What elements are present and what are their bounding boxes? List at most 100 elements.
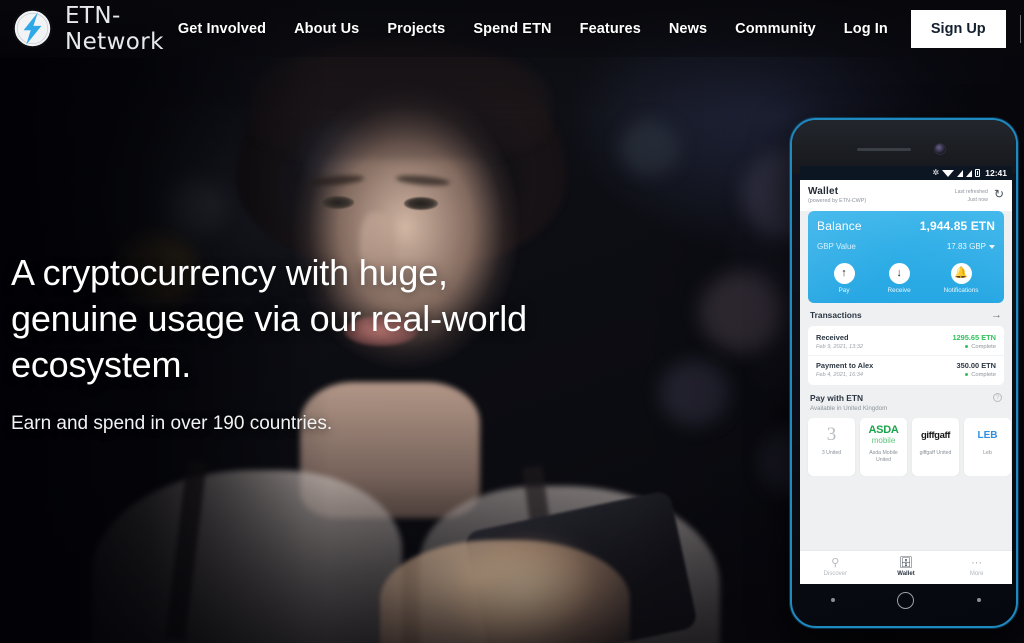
balance-label: Balance <box>817 218 862 233</box>
wallet-title: Wallet <box>808 186 839 197</box>
three-logo-icon: 3 <box>827 424 837 446</box>
hero-heading: A cryptocurrency with huge, genuine usag… <box>11 250 551 388</box>
pay-action-label: Pay <box>838 286 850 294</box>
nav-link-news[interactable]: News <box>655 21 721 37</box>
last-refreshed-value: Just now <box>967 196 988 203</box>
giffgaff-logo-icon: giffgaff <box>921 425 950 446</box>
pay-with-etn-subtitle: Available in United Kingdom <box>810 404 888 412</box>
receive-action-button[interactable]: ↓ Receive <box>887 262 911 294</box>
transaction-status: Complete <box>971 371 996 378</box>
list-item[interactable]: ASDA mobile Asda Mobile United <box>860 417 907 476</box>
phone-screen: ✲ 12:41 Wallet (powered by ETN-CWP) Last… <box>800 166 1012 584</box>
nav-link-features[interactable]: Features <box>566 21 655 37</box>
tab-discover-label: Discover <box>823 571 847 577</box>
app-tab-bar: ⚲ Discover 🗄 Wallet ⋯ More <box>800 550 1012 584</box>
brand-logo-link[interactable]: ETN-Network <box>0 3 164 55</box>
phone-mockup: ✲ 12:41 Wallet (powered by ETN-CWP) Last… <box>790 118 1018 628</box>
transaction-name: Received <box>816 332 849 342</box>
brand-name: ETN-Network <box>65 2 164 55</box>
status-badge: Complete <box>964 343 996 350</box>
notifications-action-label: Notifications <box>943 286 979 294</box>
nav-home-circle-icon[interactable] <box>897 591 915 609</box>
hero-heading-line-3: ecosystem. <box>11 344 192 385</box>
wallet-actions: ↑ Pay ↓ Receive 🔔 Notifications <box>817 262 995 294</box>
transaction-status: Complete <box>971 343 996 350</box>
wallet-subtitle: (powered by ETN-CWP) <box>808 198 867 204</box>
fiat-label: GBP Value <box>817 241 856 251</box>
merchant-name: 3 United <box>821 449 842 456</box>
android-status-bar: ✲ 12:41 <box>800 166 1012 180</box>
pay-action-button[interactable]: ↑ Pay <box>833 262 855 294</box>
tab-discover[interactable]: ⚲ Discover <box>800 558 871 578</box>
tab-wallet-label: Wallet <box>897 571 915 577</box>
nav-link-log-in[interactable]: Log In <box>830 21 902 37</box>
notifications-action-button[interactable]: 🔔 Notifications <box>943 262 979 294</box>
nav-link-spend-etn[interactable]: Spend ETN <box>459 21 565 37</box>
hero-heading-line-1: A cryptocurrency with huge, <box>11 252 448 293</box>
nav-link-get-involved[interactable]: Get Involved <box>164 21 280 37</box>
pay-with-etn-header: Pay with ETN Available in United Kingdom… <box>800 385 1012 414</box>
asda-mobile-logo-icon: ASDA mobile <box>869 425 899 446</box>
hero-subheading: Earn and spend in over 190 countries. <box>11 413 333 434</box>
last-refreshed-label: Last refreshed <box>954 189 988 195</box>
nav-link-projects[interactable]: Projects <box>373 21 459 37</box>
merchant-logo-text: giffgaff <box>921 429 950 441</box>
nav-divider <box>1019 14 1021 43</box>
transactions-header[interactable]: Transactions → <box>800 303 1012 326</box>
wallet-icon: 🗄 <box>899 557 913 569</box>
wallet-header: Wallet (powered by ETN-CWP) Last refresh… <box>800 180 1012 211</box>
etn-lightning-logo-icon <box>12 8 53 49</box>
list-item[interactable]: giffgaff giffgaff United <box>912 417 959 476</box>
table-row[interactable]: Payment to Alex 350.00 ETN Feb 4, 2021, … <box>808 354 1004 383</box>
table-row[interactable]: Received 1295.65 ETN Feb 9, 2021, 13:32 … <box>808 328 1004 355</box>
bell-icon: 🔔 <box>950 262 972 284</box>
balance-value: 1,944.85 ETN <box>919 218 995 233</box>
hero-text-block: A cryptocurrency with huge, genuine usag… <box>11 250 551 435</box>
transaction-date: Feb 4, 2021, 16:34 <box>816 371 863 378</box>
bluetooth-icon: ✲ <box>932 168 940 177</box>
merchant-name: Leb <box>983 449 992 456</box>
merchant-logo-text: LEB <box>977 429 998 441</box>
nav-link-community[interactable]: Community <box>721 21 830 37</box>
pay-with-etn-title: Pay with ETN <box>810 392 864 403</box>
wifi-icon <box>942 169 955 177</box>
list-item[interactable]: LEB Leb <box>964 417 1011 476</box>
merchant-list: 3 3 United ASDA mobile Asda Mobile Unite… <box>800 414 1012 476</box>
nav-links: Get Involved About Us Projects Spend ETN… <box>164 9 1024 48</box>
transaction-amount: 1295.65 ETN <box>952 332 996 342</box>
caret-down-icon <box>989 244 995 249</box>
merchant-name: Asda Mobile United <box>869 449 898 463</box>
page-root: ETN-Network Get Involved About Us Projec… <box>0 0 1024 643</box>
merchant-name: giffgaff United <box>919 449 952 456</box>
signal-bars-icon <box>957 169 964 177</box>
arrow-right-icon[interactable]: → <box>991 309 1002 321</box>
tab-more-label: More <box>969 571 984 577</box>
list-item[interactable]: 3 3 United <box>808 417 855 476</box>
tab-more[interactable]: ⋯ More <box>941 557 1012 578</box>
transaction-date: Feb 9, 2021, 13:32 <box>816 343 863 350</box>
refresh-icon[interactable]: ↻ <box>994 186 1004 200</box>
hero-heading-line-2: genuine usage via our real-world <box>11 298 527 339</box>
info-icon[interactable]: ? <box>993 392 1002 402</box>
nav-link-about-us[interactable]: About Us <box>280 21 373 37</box>
balance-card: Balance 1,944.85 ETN GBP Value 17.83 GBP… <box>808 211 1004 303</box>
more-icon: ⋯ <box>971 557 983 569</box>
phone-speaker <box>857 148 911 151</box>
transaction-name: Payment to Alex <box>816 360 874 370</box>
receive-action-label: Receive <box>887 286 911 294</box>
transaction-amount: 350.00 ETN <box>956 360 996 370</box>
merchant-logo-subtext: mobile <box>871 436 896 446</box>
status-time: 12:41 <box>985 168 1007 178</box>
nav-recents-dot-icon[interactable] <box>976 598 981 602</box>
nav-back-dot-icon[interactable] <box>831 598 836 602</box>
phone-frame: ✲ 12:41 Wallet (powered by ETN-CWP) Last… <box>790 118 1018 628</box>
transactions-title: Transactions <box>810 310 862 321</box>
merchant-logo-text: ASDA <box>868 424 899 437</box>
sign-up-button[interactable]: Sign Up <box>910 9 1006 48</box>
tab-wallet[interactable]: 🗄 Wallet <box>871 557 942 578</box>
phone-camera-icon <box>935 144 945 154</box>
fiat-value-wrap[interactable]: 17.83 GBP <box>947 236 995 254</box>
transactions-list: Received 1295.65 ETN Feb 9, 2021, 13:32 … <box>808 325 1004 385</box>
signal-bars-icon-2 <box>966 169 973 177</box>
arrow-up-icon: ↑ <box>833 262 855 284</box>
